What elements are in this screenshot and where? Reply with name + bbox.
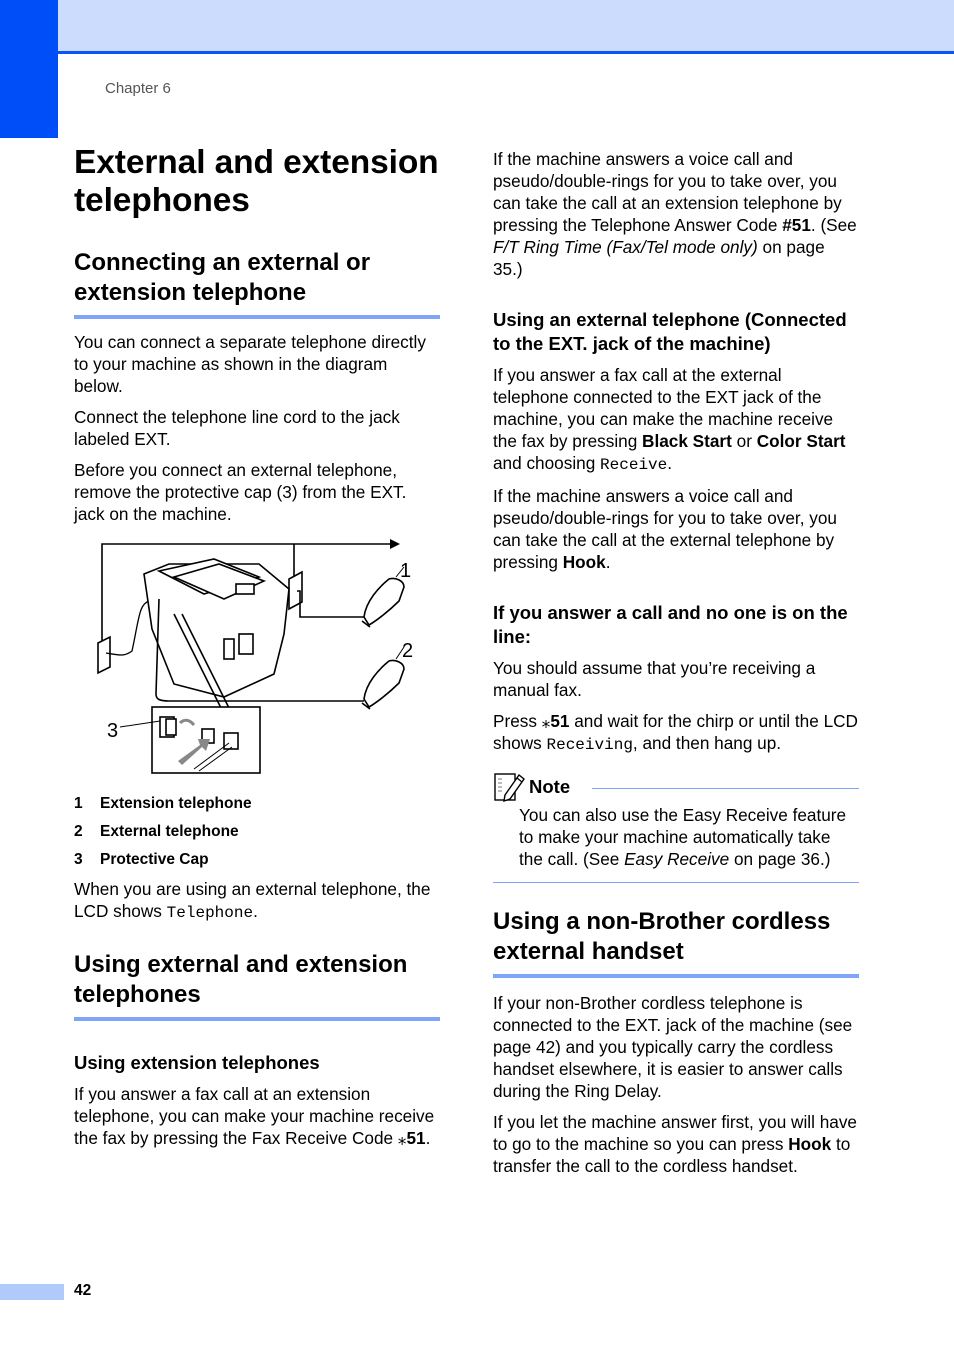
code: #51	[782, 215, 811, 235]
text: If you answer a fax call at an extension…	[74, 1084, 435, 1148]
lcd-paragraph: When you are using an external telephone…	[74, 878, 440, 924]
legend-label: Extension telephone	[100, 795, 252, 812]
text: .	[253, 901, 258, 921]
key-label: Hook	[562, 552, 606, 572]
header-rule	[58, 51, 954, 54]
paragraph: You should assume that you’re receiving …	[493, 658, 816, 700]
footer-band	[0, 1284, 64, 1300]
key-label: Color Start	[756, 431, 846, 451]
cross-reference: Easy Receive	[624, 849, 730, 869]
paragraph: You can connect a separate telephone dir…	[74, 332, 426, 396]
note-box: Note You can also use the Easy Receive f…	[493, 770, 859, 883]
legend-item: 3 Protective Cap	[74, 850, 440, 870]
paragraph: If you answer a fax call at an extension…	[74, 1083, 440, 1149]
note-header: Note	[493, 770, 859, 804]
text: .	[425, 1128, 431, 1148]
heading-rule	[493, 974, 859, 978]
text: . (See	[810, 215, 857, 235]
note-bottom-rule	[493, 882, 859, 883]
legend-label: External telephone	[100, 823, 239, 840]
protective-cap-icon	[159, 716, 177, 738]
legend-number: 1	[74, 795, 83, 812]
subheading-extension: Using extension telephones	[74, 1052, 320, 1073]
chapter-side-tab	[0, 0, 58, 138]
heading-rule	[74, 315, 440, 319]
extension-telephone-icon	[361, 577, 405, 628]
subheading-external: Using an external telephone (Connected t…	[493, 309, 847, 354]
line-jack-icon	[223, 732, 239, 750]
legend-number: 2	[74, 823, 83, 840]
key-label: Black Start	[642, 431, 732, 451]
note-title: Note	[529, 776, 571, 797]
subheading-no-one: If you answer a call and no one is on th…	[493, 602, 848, 647]
connection-diagram-illustration: 1 2 3	[97, 539, 413, 774]
callout-2: 2	[402, 640, 413, 662]
legend-item: 1 Extension telephone	[74, 794, 440, 814]
arrow-icon	[390, 539, 400, 549]
lcd-value: Receive	[600, 456, 668, 474]
text: Press	[493, 711, 542, 731]
legend-item: 2 External telephone	[74, 822, 440, 842]
text: on page 36.)	[729, 849, 831, 869]
paragraph: If the machine answers a voice call and …	[493, 485, 859, 573]
section-heading-using: Using external and extension telephones	[74, 951, 408, 1008]
connection-diagram: 1 2 3	[74, 539, 440, 784]
key-label: Hook	[788, 1134, 832, 1154]
paragraph: Connect the telephone line cord to the j…	[74, 407, 400, 449]
callout-3: 3	[107, 720, 118, 742]
text: .	[667, 453, 673, 473]
text: If the machine answers a voice call and …	[493, 486, 837, 572]
external-telephone-icon	[361, 659, 405, 710]
paragraph: If your non-Brother cordless telephone i…	[493, 993, 853, 1101]
page-number: 42	[74, 1282, 92, 1299]
code: 51	[406, 1128, 426, 1148]
paragraph: Before you connect an external telephone…	[74, 460, 407, 524]
cross-reference: F/T Ring Time (Fax/Tel mode only)	[493, 237, 758, 257]
text: , and then hang up.	[632, 733, 782, 753]
legend-label: Protective Cap	[100, 851, 209, 868]
note-text: You can also use the Easy Receive featur…	[519, 804, 859, 870]
paragraph: Press ⁎51 and wait for the chirp or unti…	[493, 710, 859, 756]
note-pencil-icon	[494, 773, 525, 803]
note-top-rule	[592, 787, 859, 789]
callout-1: 1	[400, 560, 411, 582]
legend-number: 3	[74, 851, 83, 868]
lcd-value: Telephone	[166, 904, 254, 922]
text: or	[731, 431, 757, 451]
header-band	[58, 0, 954, 51]
note-body: You can also use the Easy Receive featur…	[493, 804, 859, 870]
paragraph: If you answer a fax call at the external…	[493, 364, 859, 476]
wall-jack-icon	[97, 635, 111, 675]
text: .	[605, 552, 611, 572]
left-column: External and extension telephones Connec…	[74, 144, 440, 1158]
lcd-value: Receiving	[546, 736, 633, 754]
paragraph: If you let the machine answer first, you…	[493, 1111, 859, 1177]
right-column: If the machine answers a voice call and …	[493, 148, 859, 1186]
text: and choosing	[493, 453, 601, 473]
section-heading-connecting: Connecting an external or extension tele…	[74, 249, 371, 306]
heading-rule	[74, 1017, 440, 1021]
chapter-label: Chapter 6	[105, 80, 171, 97]
paragraph: If the machine answers a voice call and …	[493, 148, 859, 280]
page-title: External and extension telephones	[74, 144, 439, 219]
section-heading-cordless: Using a non-Brother cordless external ha…	[493, 908, 831, 965]
code: 51	[550, 711, 570, 731]
